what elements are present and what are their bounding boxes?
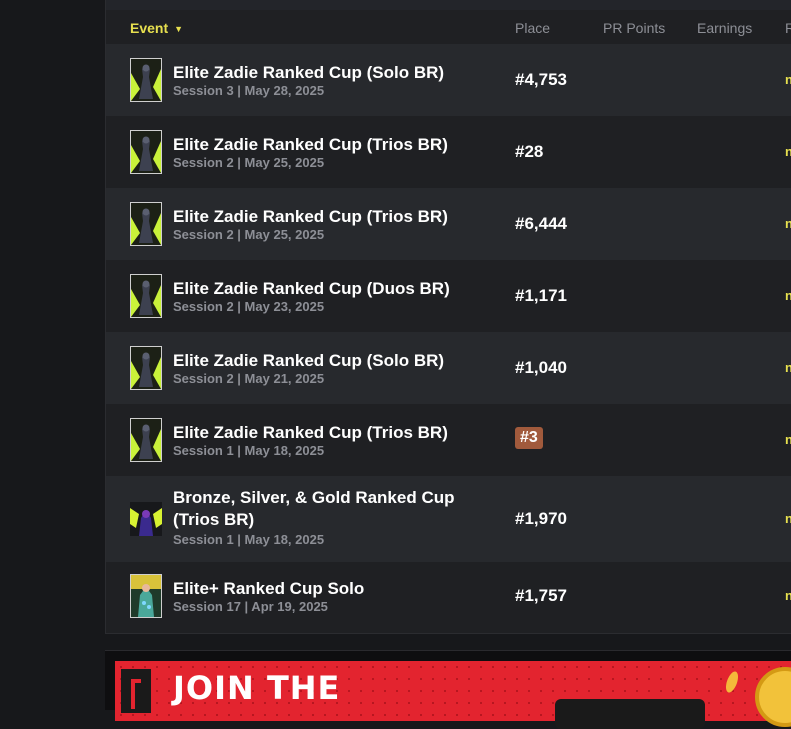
event-title[interactable]: Elite Zadie Ranked Cup (Trios BR) bbox=[173, 422, 448, 444]
table-row[interactable]: Elite Zadie Ranked Cup (Trios BR) Sessio… bbox=[106, 404, 791, 476]
table-row[interactable]: Elite Zadie Ranked Cup (Duos BR) Session… bbox=[106, 260, 791, 332]
place-value: #1,040 bbox=[515, 358, 567, 377]
table-row[interactable]: Elite Zadie Ranked Cup (Solo BR) Session… bbox=[106, 44, 791, 116]
sort-caret-icon: ▼ bbox=[174, 24, 184, 34]
bsg-thumbnail-icon bbox=[130, 502, 162, 536]
zadie-thumbnail-icon bbox=[130, 202, 162, 246]
event-subtitle: Session 3 | May 28, 2025 bbox=[173, 83, 325, 98]
column-header-place[interactable]: Place bbox=[515, 20, 550, 36]
table-header: Event ▼ Place PR Points Earnings R bbox=[106, 10, 791, 44]
zadie-thumbnail-icon bbox=[130, 274, 162, 318]
event-title[interactable]: Elite Zadie Ranked Cup (Trios BR) bbox=[173, 206, 448, 228]
truncated-cell: n bbox=[785, 432, 791, 447]
event-subtitle: Session 2 | May 25, 2025 bbox=[173, 155, 325, 170]
event-subtitle: Session 2 | May 23, 2025 bbox=[173, 299, 325, 314]
column-header-pr-points[interactable]: PR Points bbox=[603, 20, 665, 36]
column-header-earnings[interactable]: Earnings bbox=[697, 20, 752, 36]
event-subtitle: Session 1 | May 18, 2025 bbox=[173, 443, 325, 458]
zadie-thumbnail-icon bbox=[130, 130, 162, 174]
truncated-cell: n bbox=[785, 144, 791, 159]
zadie-thumbnail-icon bbox=[130, 58, 162, 102]
truncated-cell: n bbox=[785, 288, 791, 303]
table-row[interactable]: Elite+ Ranked Cup Solo Session 17 | Apr … bbox=[106, 562, 791, 633]
place-value: #1,757 bbox=[515, 586, 567, 605]
elite-plus-thumbnail-icon bbox=[130, 574, 162, 618]
panel-top-bar bbox=[106, 0, 791, 10]
truncated-cell: n bbox=[785, 511, 791, 526]
place-value: #6,444 bbox=[515, 214, 567, 233]
event-subtitle: Session 2 | May 25, 2025 bbox=[173, 227, 325, 242]
event-title-line1[interactable]: Bronze, Silver, & Gold Ranked Cup bbox=[173, 487, 455, 509]
place-value: #28 bbox=[515, 142, 544, 161]
column-header-event[interactable]: Event ▼ bbox=[130, 20, 183, 36]
promo-banner[interactable]: JOIN THE bbox=[105, 650, 791, 729]
event-title-line2[interactable]: (Trios BR) bbox=[173, 509, 254, 531]
truncated-cell: n bbox=[785, 216, 791, 231]
events-table-panel: Event ▼ Place PR Points Earnings R Elite … bbox=[105, 0, 791, 634]
place-value: #1,171 bbox=[515, 286, 567, 305]
promo-banner-button[interactable] bbox=[555, 699, 705, 729]
event-subtitle: Session 17 | Apr 19, 2025 bbox=[173, 599, 328, 614]
event-title[interactable]: Elite Zadie Ranked Cup (Duos BR) bbox=[173, 278, 450, 300]
place-podium-badge: #3 bbox=[515, 427, 543, 449]
event-title[interactable]: Elite+ Ranked Cup Solo bbox=[173, 578, 364, 600]
promo-banner-background: JOIN THE bbox=[115, 661, 791, 729]
coin-icon bbox=[755, 667, 791, 727]
place-value: #1,970 bbox=[515, 509, 567, 528]
table-row[interactable]: Elite Zadie Ranked Cup (Solo BR) Session… bbox=[106, 332, 791, 404]
truncated-cell: n bbox=[785, 72, 791, 87]
brand-logo-icon bbox=[121, 669, 151, 713]
table-row[interactable]: Elite Zadie Ranked Cup (Trios BR) Sessio… bbox=[106, 188, 791, 260]
column-header-event-label: Event bbox=[130, 20, 169, 36]
laurel-icon bbox=[723, 669, 741, 695]
truncated-cell: n bbox=[785, 588, 791, 603]
column-header-truncated[interactable]: R bbox=[785, 20, 791, 36]
table-row[interactable]: Bronze, Silver, & Gold Ranked Cup (Trios… bbox=[106, 476, 791, 562]
truncated-cell: n bbox=[785, 360, 791, 375]
place-value: #4,753 bbox=[515, 70, 567, 89]
event-subtitle: Session 1 | May 18, 2025 bbox=[173, 532, 325, 547]
event-title[interactable]: Elite Zadie Ranked Cup (Solo BR) bbox=[173, 350, 444, 372]
table-row[interactable]: Elite Zadie Ranked Cup (Trios BR) Sessio… bbox=[106, 116, 791, 188]
event-subtitle: Session 2 | May 21, 2025 bbox=[173, 371, 325, 386]
zadie-thumbnail-icon bbox=[130, 346, 162, 390]
promo-banner-text: JOIN THE bbox=[173, 669, 341, 707]
event-title[interactable]: Elite Zadie Ranked Cup (Solo BR) bbox=[173, 62, 444, 84]
event-title[interactable]: Elite Zadie Ranked Cup (Trios BR) bbox=[173, 134, 448, 156]
zadie-thumbnail-icon bbox=[130, 418, 162, 462]
